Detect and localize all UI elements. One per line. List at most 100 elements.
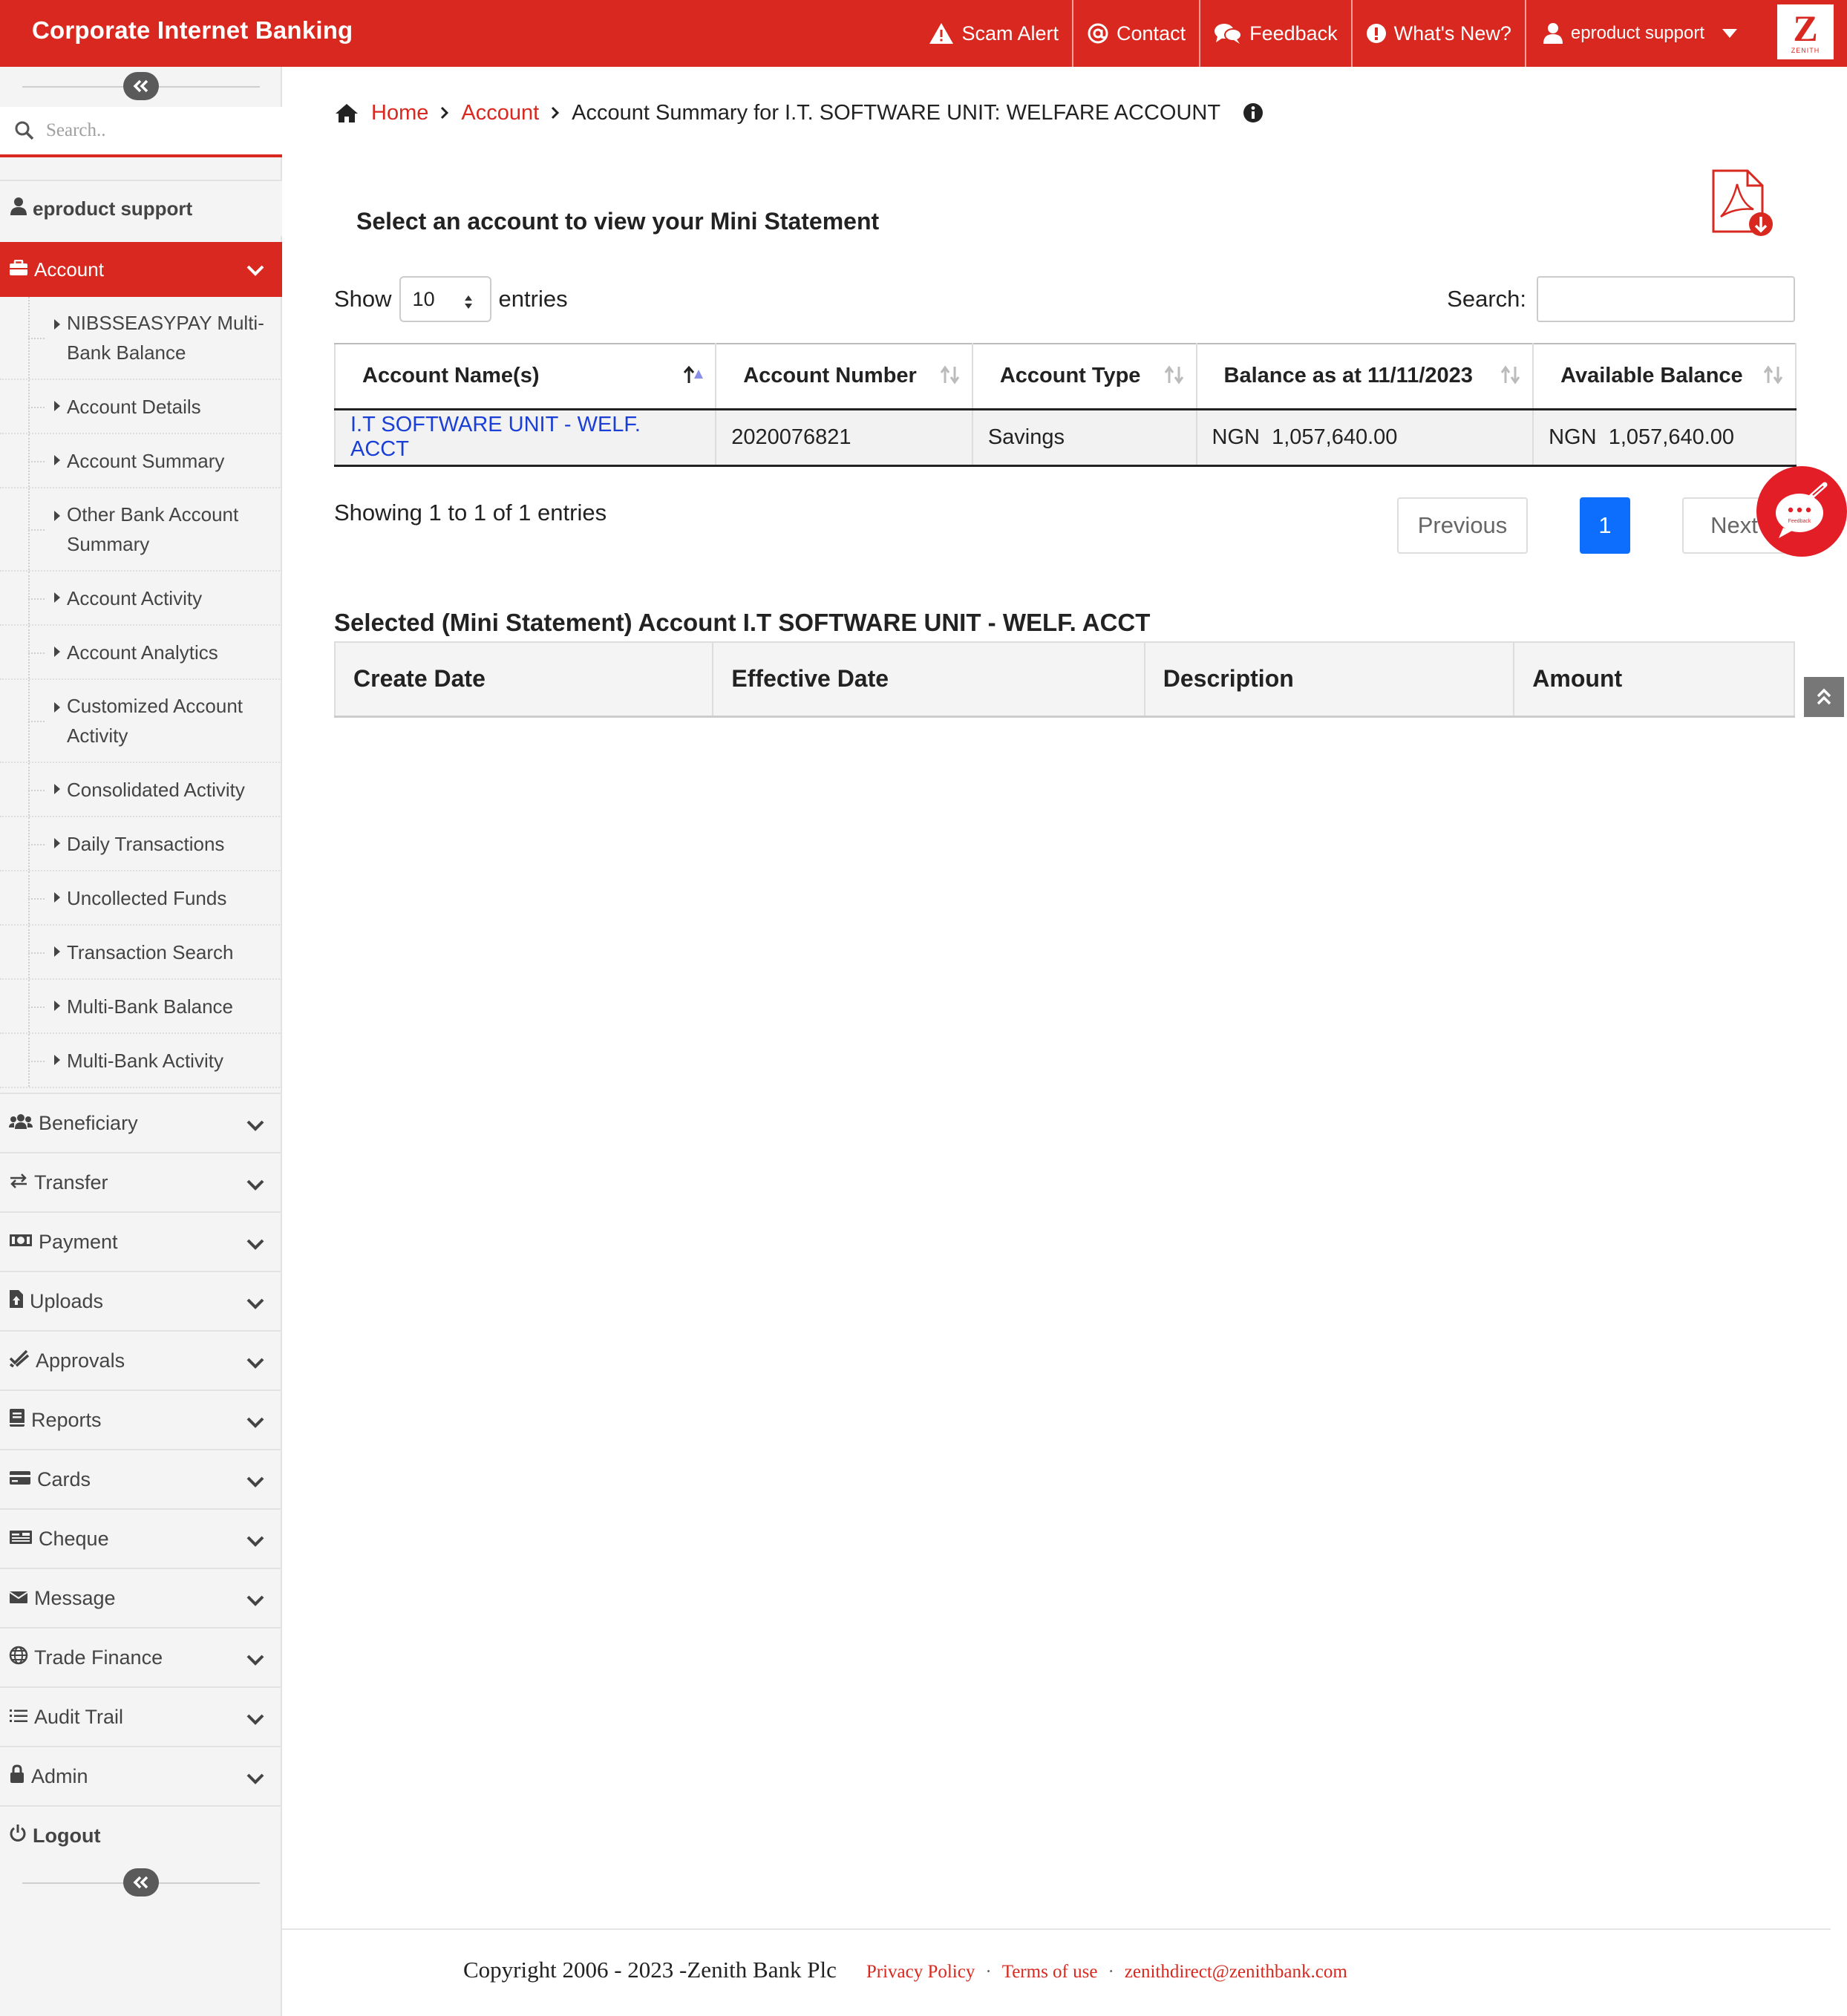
- sidebar-subitem-consolidated-activity[interactable]: Consolidated Activity: [0, 763, 282, 817]
- sidebar-search-input[interactable]: [46, 120, 254, 141]
- column-header-account-name[interactable]: Account Name(s): [333, 343, 717, 410]
- sidebar-item-cards[interactable]: Cards: [0, 1449, 282, 1508]
- sidebar-subitem-other-bank-account-summary[interactable]: Other Bank Account Summary: [0, 488, 282, 572]
- sidebar-subitem-multi-bank-balance[interactable]: Multi-Bank Balance: [0, 980, 282, 1034]
- sidebar-item-account-label: Account: [34, 258, 104, 281]
- chevron-down-icon: [246, 1113, 264, 1136]
- sort-asc-icon: [682, 365, 705, 390]
- logout-button[interactable]: Logout: [0, 1805, 282, 1865]
- support-email-link[interactable]: zenithdirect@zenithbank.com: [1125, 1962, 1347, 1983]
- sidebar-item-reports[interactable]: Reports: [0, 1390, 282, 1449]
- breadcrumb-home-link[interactable]: Home: [371, 101, 428, 125]
- lock-icon: [9, 1764, 25, 1789]
- sidebar-subitem-account-activity[interactable]: Account Activity: [0, 572, 282, 626]
- sidebar-user-name: eproduct support: [33, 197, 193, 220]
- chevron-down-icon: [246, 1767, 264, 1790]
- info-icon[interactable]: [1243, 102, 1264, 123]
- user-menu-dropdown[interactable]: eproduct support: [1524, 0, 1768, 67]
- balance-currency: NGN: [1212, 425, 1260, 449]
- sidebar-item-message[interactable]: Message: [0, 1568, 282, 1627]
- table-header-row: Account Name(s) Account Number Account T…: [333, 343, 1797, 410]
- privacy-policy-link[interactable]: Privacy Policy: [866, 1962, 975, 1983]
- sidebar-item-trade-finance[interactable]: Trade Finance: [0, 1627, 282, 1686]
- sidebar-item-label: Admin: [31, 1764, 88, 1787]
- sidebar-subitem-account-analytics[interactable]: Account Analytics: [0, 626, 282, 680]
- feedback-label: Feedback: [1249, 22, 1338, 45]
- double-chevron-left-icon: [133, 79, 148, 93]
- sidebar-subitem-nibsseasypay[interactable]: NIBSSEASYPAY Multi-Bank Balance: [0, 297, 282, 380]
- footer-divider: [282, 1928, 1831, 1930]
- sidebar-subitem-transaction-search[interactable]: Transaction Search: [0, 926, 282, 980]
- contact-link[interactable]: Contact: [1072, 0, 1199, 67]
- entries-label: entries: [498, 286, 568, 312]
- sidebar-subitem-account-details[interactable]: Account Details: [0, 380, 282, 434]
- power-icon: [9, 1824, 27, 1848]
- sidebar-subitem-account-summary[interactable]: Account Summary: [0, 434, 282, 488]
- globe-icon: [9, 1646, 28, 1670]
- money-icon: [9, 1231, 33, 1254]
- collapse-sidebar-button[interactable]: [123, 1868, 159, 1896]
- account-name-link[interactable]: I.T SOFTWARE UNIT - WELF. ACCT: [333, 409, 717, 467]
- feedback-floating-button[interactable]: Feedback: [1756, 466, 1847, 557]
- sidebar-item-account[interactable]: Account: [0, 242, 282, 297]
- list-icon: [9, 1706, 28, 1729]
- sidebar-item-approvals[interactable]: Approvals: [0, 1330, 282, 1390]
- column-header-description: Description: [1143, 641, 1515, 718]
- collapse-sidebar-button[interactable]: [123, 72, 159, 100]
- briefcase-icon: [9, 258, 28, 281]
- sidebar-item-payment[interactable]: Payment: [0, 1211, 282, 1271]
- chevron-down-icon: [246, 1648, 264, 1671]
- sidebar-subitem-label: Consolidated Activity: [67, 778, 245, 801]
- sidebar-subitem-customized-account-activity[interactable]: Customized Account Activity: [0, 680, 282, 763]
- table-search-input[interactable]: [1537, 276, 1795, 322]
- sort-both-icon: [1500, 365, 1522, 390]
- scroll-to-top-button[interactable]: [1804, 677, 1844, 717]
- sort-both-icon: [1163, 365, 1186, 390]
- column-header-account-number[interactable]: Account Number: [715, 343, 973, 410]
- sidebar-item-label: Approvals: [36, 1349, 125, 1372]
- sidebar-item-uploads[interactable]: Uploads: [0, 1271, 282, 1330]
- column-header-available-balance[interactable]: Available Balance: [1532, 343, 1797, 410]
- comments-icon: [1214, 22, 1243, 45]
- user-icon: [10, 197, 27, 220]
- zenith-logo: Z ZENITH: [1777, 4, 1834, 59]
- pdf-download-icon[interactable]: [1710, 168, 1774, 243]
- chevron-down-icon: [246, 1351, 264, 1374]
- sidebar-subitem-label: Account Details: [67, 395, 201, 418]
- table-row[interactable]: I.T SOFTWARE UNIT - WELF. ACCT 202007682…: [333, 409, 1797, 467]
- sidebar-subitem-multi-bank-activity[interactable]: Multi-Bank Activity: [0, 1034, 282, 1088]
- sidebar-subitem-uncollected-funds[interactable]: Uncollected Funds: [0, 871, 282, 926]
- sidebar-item-audit-trail[interactable]: Audit Trail: [0, 1686, 282, 1746]
- credit-card-icon: [9, 1468, 31, 1491]
- breadcrumb-account-link[interactable]: Account: [461, 101, 539, 125]
- scam-alert-link[interactable]: Scam Alert: [915, 0, 1072, 67]
- sidebar-item-beneficiary[interactable]: Beneficiary: [0, 1093, 282, 1152]
- column-header-balance[interactable]: Balance as at 11/11/2023: [1195, 343, 1534, 410]
- column-header-label: Account Number: [743, 364, 917, 388]
- sidebar-item-admin[interactable]: Admin: [0, 1746, 282, 1805]
- sidebar-collapse-top: [0, 67, 282, 107]
- chevron-right-icon: [551, 106, 560, 120]
- sort-updown-icon: [463, 292, 474, 315]
- logout-label: Logout: [33, 1824, 101, 1847]
- column-header-label: Balance as at 11/11/2023: [1223, 364, 1473, 388]
- chevron-down-icon: [246, 1232, 264, 1255]
- column-header-create-date: Create Date: [333, 641, 714, 718]
- page-1-button[interactable]: 1: [1580, 497, 1630, 554]
- whats-new-link[interactable]: What's New?: [1350, 0, 1525, 67]
- sidebar-item-transfer[interactable]: Transfer: [0, 1152, 282, 1211]
- column-header-account-type[interactable]: Account Type: [971, 343, 1197, 410]
- sidebar-subitem-daily-transactions[interactable]: Daily Transactions: [0, 817, 282, 871]
- pagination: Previous 1 Next: [1397, 497, 1786, 554]
- search-label: Search:: [1447, 286, 1526, 312]
- sidebar-item-cheque[interactable]: Cheque: [0, 1508, 282, 1568]
- entries-select[interactable]: 10: [399, 276, 491, 322]
- previous-page-button[interactable]: Previous: [1397, 497, 1528, 554]
- feedback-link[interactable]: Feedback: [1199, 0, 1351, 67]
- balance-amount: 1,057,640.00: [1272, 425, 1398, 449]
- chevron-down-icon: [246, 1588, 264, 1611]
- terms-of-use-link[interactable]: Terms of use: [1002, 1962, 1098, 1983]
- page-title: Select an account to view your Mini Stat…: [356, 208, 880, 235]
- home-icon[interactable]: [334, 102, 359, 123]
- chevron-right-icon: [440, 106, 449, 120]
